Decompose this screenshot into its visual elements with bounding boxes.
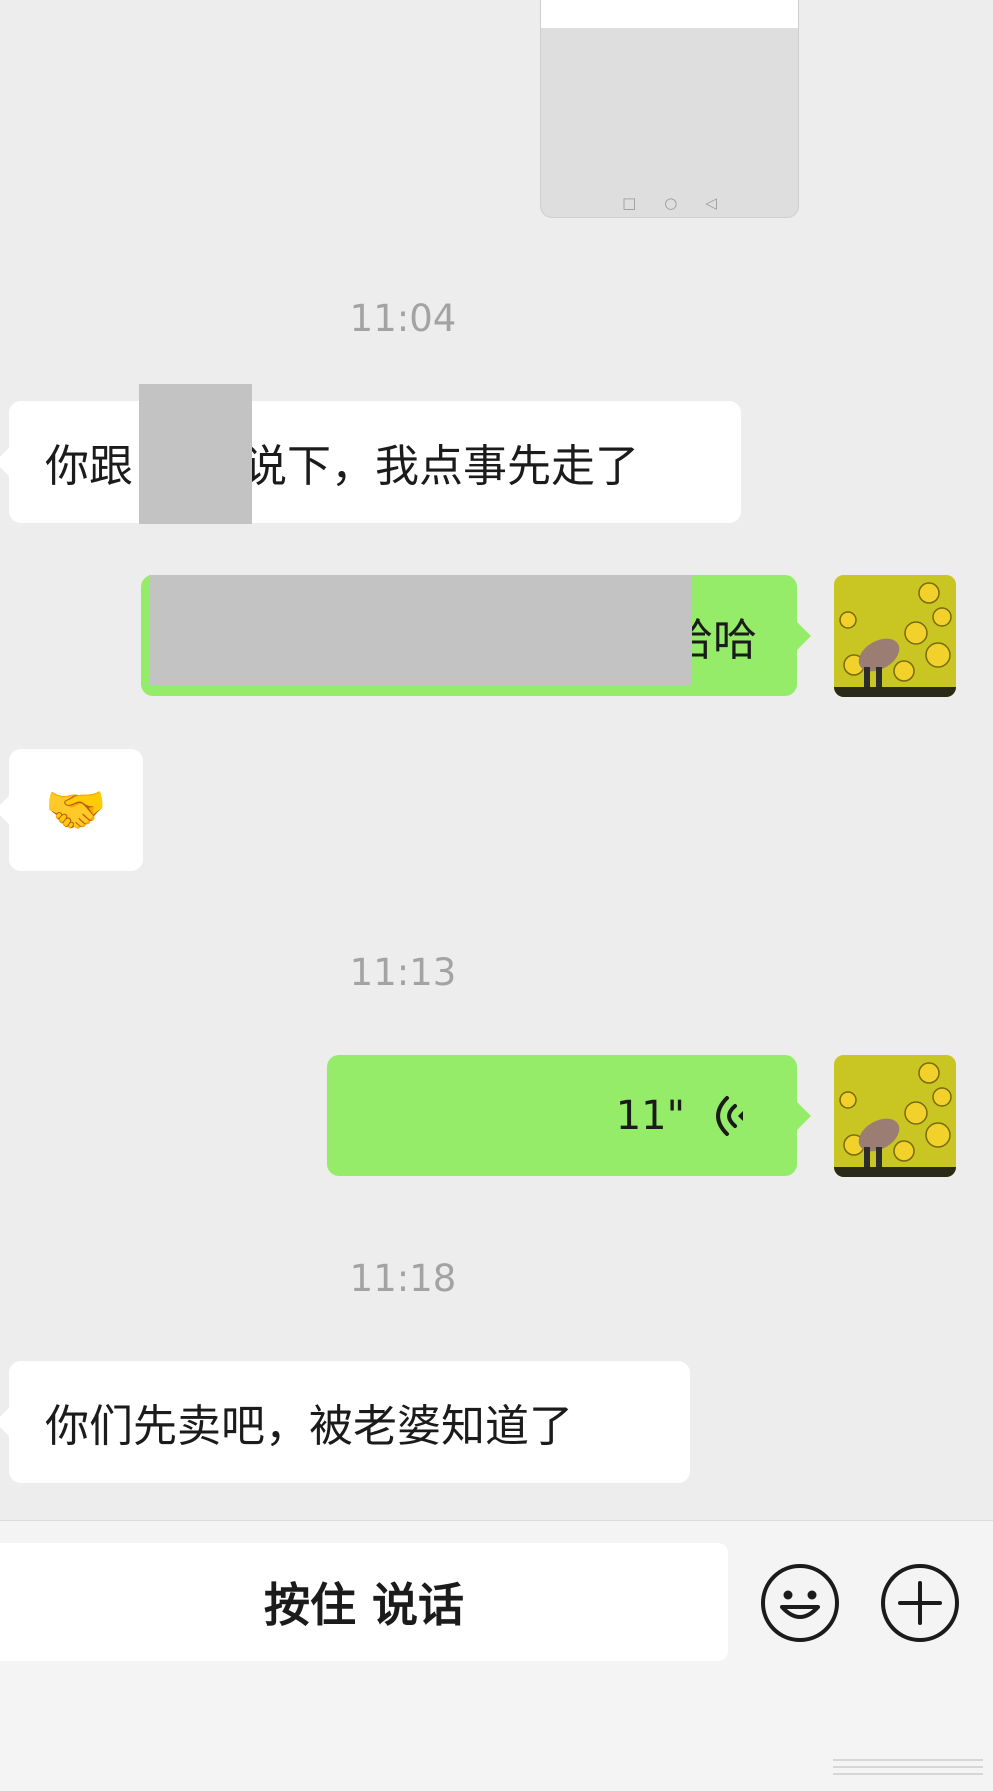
- redaction-block: [139, 384, 252, 524]
- voice-wave-icon: [716, 1095, 743, 1136]
- hold-to-talk-button[interactable]: 按住 说话: [0, 1543, 728, 1661]
- message-text: 你们先卖吧，被老婆知道了: [45, 1401, 573, 1452]
- input-bar: 按住 说话: [0, 1520, 993, 1791]
- square-icon: □: [622, 194, 637, 212]
- avatar[interactable]: [834, 1055, 956, 1177]
- image-message-thumbnail[interactable]: □ ○ ◁: [540, 0, 799, 218]
- timestamp: 11:13: [349, 951, 457, 994]
- plus-circle-icon[interactable]: [880, 1563, 960, 1643]
- avatar[interactable]: [834, 575, 956, 697]
- redaction-block: [149, 575, 692, 685]
- avatar-image: [834, 1055, 956, 1177]
- watermark-lines: [833, 1759, 983, 1775]
- sent-voice-message[interactable]: 11": [327, 1055, 811, 1176]
- message-text-part1: 你跟: [45, 441, 133, 492]
- message-text-part2: 说下，我点事先走了: [243, 441, 639, 492]
- image-nav-bar: □ ○ ◁: [541, 196, 798, 211]
- image-top-strip: [541, 0, 798, 28]
- avatar-image: [834, 575, 956, 697]
- handshake-emoji: 🤝: [44, 780, 108, 839]
- received-message-5[interactable]: 你们先卖吧，被老婆知道了: [0, 1361, 690, 1483]
- received-message-emoji[interactable]: 🤝: [0, 749, 143, 871]
- timestamp: 11:04: [349, 297, 457, 340]
- received-message-1[interactable]: 你跟 说下，我点事先走了: [0, 401, 741, 523]
- smiley-icon[interactable]: [760, 1563, 840, 1643]
- voice-duration: 11": [615, 1092, 685, 1139]
- back-triangle-icon: ◁: [705, 194, 717, 212]
- circle-icon: ○: [664, 194, 678, 212]
- timestamp: 11:18: [349, 1257, 457, 1300]
